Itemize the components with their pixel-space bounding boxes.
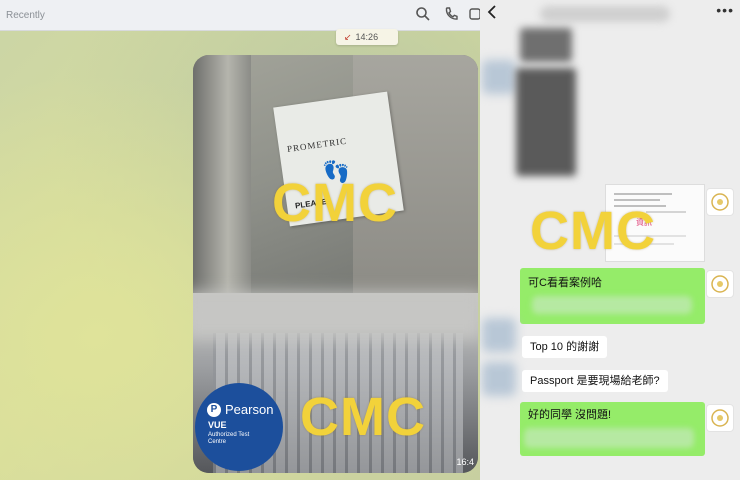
watermark-right: CMC <box>530 201 656 261</box>
blurred-message-text <box>524 428 694 448</box>
contact-avatar[interactable] <box>482 362 516 396</box>
watermark-top: CMC <box>272 173 398 233</box>
more-icon[interactable]: ••• <box>716 2 734 18</box>
privacy-blur <box>193 293 478 339</box>
contact-name-blurred <box>540 6 670 22</box>
mobile-chat-header: ••• <box>480 0 740 26</box>
chat-toolbar: Recently <box>0 0 480 31</box>
doc-line <box>614 193 672 195</box>
mobile-chat-screen: ••• 資訊 可C看看案例哈 Top 10 的謝謝 Passport 是要現場給… <box>480 0 740 480</box>
door-frame <box>193 55 251 300</box>
presence-status: Recently <box>6 10 45 21</box>
my-avatar[interactable] <box>706 270 734 298</box>
search-icon[interactable] <box>414 5 432 23</box>
prometric-logo-text: PROMETRIC <box>286 135 348 155</box>
video-icon[interactable] <box>468 5 480 23</box>
outgoing-message-1[interactable]: 可C看看案例哈 <box>520 272 610 294</box>
message-timestamp: ↙ 14:26 <box>336 29 398 45</box>
contact-avatar[interactable] <box>482 318 516 352</box>
my-avatar[interactable] <box>706 188 734 216</box>
my-avatar[interactable] <box>706 404 734 432</box>
pearson-vue-badge: P Pearson VUE Authorized Test Centre <box>195 383 283 471</box>
blurred-message-text <box>532 296 692 314</box>
outgoing-message-2[interactable]: 好的同學 沒問題! <box>520 404 619 426</box>
pearson-name: Pearson <box>225 402 274 417</box>
incoming-message-1[interactable]: Top 10 的謝謝 <box>522 336 608 358</box>
contact-avatar[interactable] <box>482 60 516 94</box>
blurred-image[interactable] <box>520 28 572 62</box>
reply-arrow-icon: ↙ <box>344 32 352 42</box>
back-icon[interactable] <box>486 4 498 20</box>
photo-time: 16:4 <box>456 457 474 467</box>
pearson-logo-icon: P <box>207 403 221 417</box>
pearson-subtitle: Authorized Test Centre <box>208 432 250 445</box>
desktop-chat-window: Recently ↙ 14:26 PROMETRIC 👣 PLEASE P Pe… <box>0 0 480 480</box>
watermark-bottom: CMC <box>300 387 426 447</box>
phone-icon[interactable] <box>442 5 460 23</box>
pearson-product: VUE <box>208 420 227 430</box>
blurred-screenshot[interactable] <box>516 68 576 176</box>
timestamp-text: 14:26 <box>355 32 379 42</box>
incoming-message-2[interactable]: Passport 是要現場給老師? <box>522 370 668 392</box>
